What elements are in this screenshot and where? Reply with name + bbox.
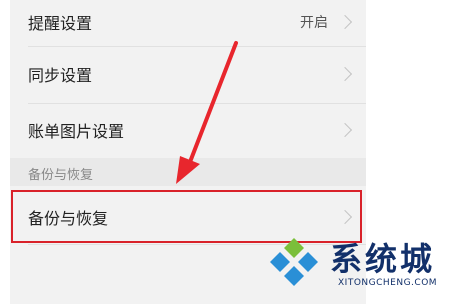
watermark-logo-icon [270, 238, 318, 286]
watermark: 系统城 XITONGCHENG.COM [262, 228, 454, 304]
watermark-text: 系统城 [330, 240, 436, 278]
watermark-subtext: XITONGCHENG.COM [338, 278, 438, 288]
